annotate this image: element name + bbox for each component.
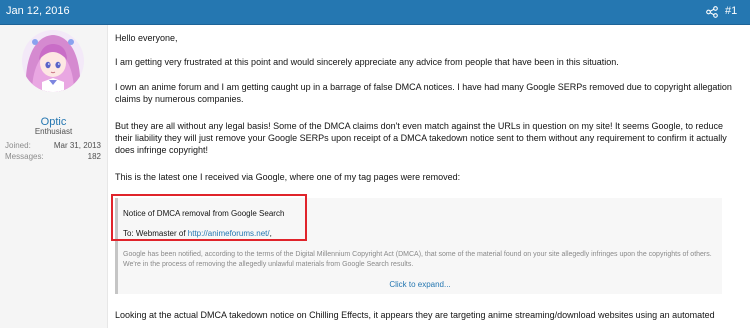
user-title: Enthusiast [34, 127, 73, 136]
paragraph-greeting: Hello everyone, [115, 33, 178, 43]
joined-value: Mar 31, 2013 [53, 141, 101, 150]
user-sidebar: Optic Enthusiast Joined: Mar 31, 2013 Me… [0, 25, 108, 328]
share-icon[interactable] [706, 6, 718, 18]
joined-label: Joined: [5, 141, 31, 150]
messages-label: Messages: [5, 152, 44, 161]
paragraph-intro: I am getting very frustrated at this poi… [115, 57, 619, 67]
quote-notice-body: Google has been notified, according to t… [123, 251, 712, 268]
post-date[interactable]: Jan 12, 2016 [6, 5, 70, 17]
post-header: Jan 12, 2016 #1 [0, 0, 750, 25]
messages-value: 182 [87, 152, 101, 161]
paragraph-legal: But they are all without any legal basis… [115, 121, 727, 155]
paragraph-chilling-effects: Looking at the actual DMCA takedown noti… [115, 310, 715, 320]
red-highlight-box [111, 194, 307, 241]
post-number-link[interactable]: #1 [725, 5, 737, 17]
click-to-expand-link[interactable]: Click to expand... [118, 279, 722, 291]
avatar[interactable] [22, 30, 84, 92]
paragraph-forum: I own an anime forum and I am getting ca… [115, 82, 732, 104]
paragraph-latest: This is the latest one I received via Go… [115, 172, 461, 182]
